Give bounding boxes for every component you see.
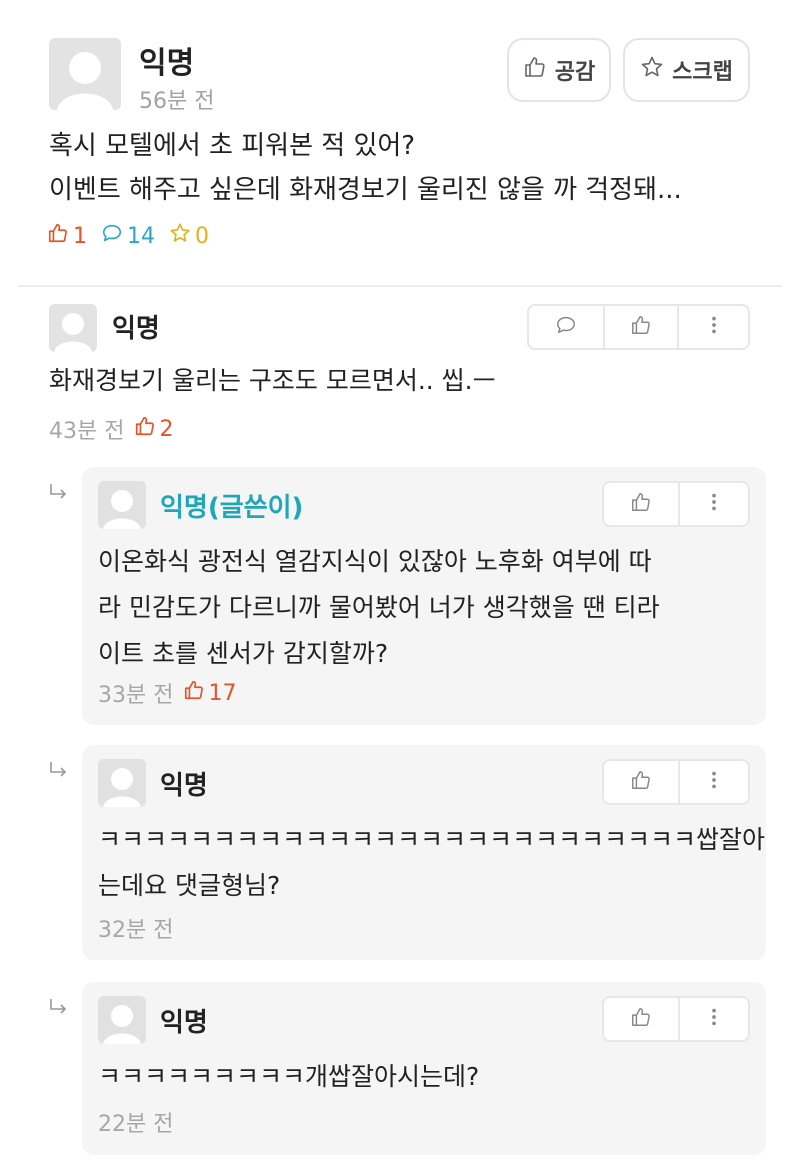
comment-meta: 43분 전 2 [49,413,173,445]
comment-like: 2 [134,415,173,443]
like-button[interactable] [604,998,678,1040]
reply-author: 익명 [160,771,208,801]
thumbs-up-icon [134,415,156,443]
reply-body: 이온화식 광전식 열감지식이 있잖아 노후화 여부에 따 라 민감도가 다르니까… [98,539,660,677]
reply-arrow-icon [48,482,70,504]
more-vertical-icon [703,314,725,340]
post-body-line: 혹시 모텔에서 초 피워본 적 있어? [49,131,416,161]
reply-meta: 33분 전 17 [98,677,236,709]
reply-actions [602,996,750,1042]
reply-meta: 22분 전 [98,1106,173,1138]
reply-like-count: 17 [208,680,237,706]
more-button[interactable] [677,306,748,348]
reply-time: 33분 전 [98,683,174,708]
post-body: 혹시 모텔에서 초 피워본 적 있어? 이벤트 해주고 싶은데 화재경보기 울리… [49,124,682,212]
reply-meta: 32분 전 [98,912,173,944]
post-stats: 1 14 0 [47,222,209,250]
more-button[interactable] [678,998,748,1040]
post-time: 56분 전 [139,89,215,114]
reply-body: ㅋㅋㅋㅋㅋㅋㅋㅋㅋ개쌉잘아시는데? [98,1054,479,1100]
post-author: 익명 [139,46,195,81]
like-button[interactable] [603,306,677,348]
like-count: 1 [73,223,87,249]
reply-author: 익명 [160,1008,208,1038]
reply: 익명 ㅋㅋㅋㅋㅋㅋㅋㅋㅋㅋㅋㅋㅋㅋㅋㅋㅋㅋㅋㅋㅋㅋㅋㅋㅋㅋ쌉잘아 는데요 댓글형… [82,745,766,960]
thumbs-up-icon [47,222,69,250]
reply-author: 익명(글쓴이) [160,493,304,523]
thumbs-up-icon [630,1006,652,1032]
comment-actions [527,304,750,350]
more-button[interactable] [678,761,748,803]
empathize-label: 공감 [554,60,596,85]
reply-actions [602,481,750,527]
reply-time: 22분 전 [98,1112,174,1137]
more-button[interactable] [678,483,748,525]
comment-body: 화재경보기 울리는 구조도 모르면서.. 씹.ㅡ [49,366,496,395]
post-body-line: 이벤트 해주고 싶은데 화재경보기 울리진 않을 까 걱정돼... [49,175,682,205]
speech-bubble-icon [101,222,123,250]
reply-body-line: ㅋㅋㅋㅋㅋㅋㅋㅋㅋ개쌉잘아시는데? [98,1062,480,1091]
comment-like-count: 2 [159,416,174,442]
scrap-count: 0 [195,223,209,249]
post-avatar [49,38,121,110]
reply-avatar [98,481,146,529]
reply-button[interactable] [529,306,603,348]
reply-body-line: 이트 초를 센서가 감지할까? [98,639,389,668]
post: 익명 56분 전 공감 스크랩 혹시 모텔에서 초 피워본 적 있어? 이벤트 … [0,0,800,286]
comment-author: 익명 [112,314,160,344]
reply-arrow-icon [48,760,70,782]
like-stat: 1 [47,222,87,250]
like-button[interactable] [604,483,678,525]
reply-body-line: 는데요 댓글형님? [98,871,281,900]
comment-time: 43분 전 [49,419,125,444]
comment-avatar [49,304,97,352]
scrap-button[interactable]: 스크랩 [623,38,750,102]
star-icon [640,55,664,85]
comment-stat: 14 [101,222,155,250]
reply-body-line: 라 민감도가 다르니까 물어봤어 너가 생각했을 땐 티라 [98,593,660,622]
divider [18,285,782,287]
like-button[interactable] [604,761,678,803]
reply-body: ㅋㅋㅋㅋㅋㅋㅋㅋㅋㅋㅋㅋㅋㅋㅋㅋㅋㅋㅋㅋㅋㅋㅋㅋㅋㅋ쌉잘아 는데요 댓글형님? [98,817,765,909]
thumbs-up-icon [183,679,205,707]
thumbs-up-icon [630,491,652,517]
reply-avatar [98,759,146,807]
reply-body-line: ㅋㅋㅋㅋㅋㅋㅋㅋㅋㅋㅋㅋㅋㅋㅋㅋㅋㅋㅋㅋㅋㅋㅋㅋㅋㅋ쌉잘아 [98,825,766,854]
more-vertical-icon [703,1006,725,1032]
reply-body-line: 이온화식 광전식 열감지식이 있잖아 노후화 여부에 따 [98,547,652,576]
scrap-label: 스크랩 [672,60,733,85]
more-vertical-icon [703,491,725,517]
star-icon [169,222,191,250]
reply-like: 17 [183,679,236,707]
reply-avatar [98,996,146,1044]
reply: 익명 ㅋㅋㅋㅋㅋㅋㅋㅋㅋ개쌉잘아시는데? 22분 전 [82,982,766,1155]
comment: 익명 화재경보기 울리는 구조도 모르면서.. 씹.ㅡ 43분 전 2 [0,300,800,460]
comment-count: 14 [127,223,155,249]
reply-arrow-icon [48,997,70,1019]
more-vertical-icon [703,769,725,795]
thumbs-up-icon [523,55,547,85]
thumbs-up-icon [630,314,652,340]
speech-bubble-icon [555,314,577,340]
empathize-button[interactable]: 공감 [507,38,611,102]
thumbs-up-icon [630,769,652,795]
reply-time: 32분 전 [98,918,174,943]
reply-actions [602,759,750,805]
reply: 익명(글쓴이) 이온화식 광전식 열감지식이 있잖아 노후화 여부에 따 라 민… [82,467,766,725]
scrap-stat: 0 [169,222,209,250]
